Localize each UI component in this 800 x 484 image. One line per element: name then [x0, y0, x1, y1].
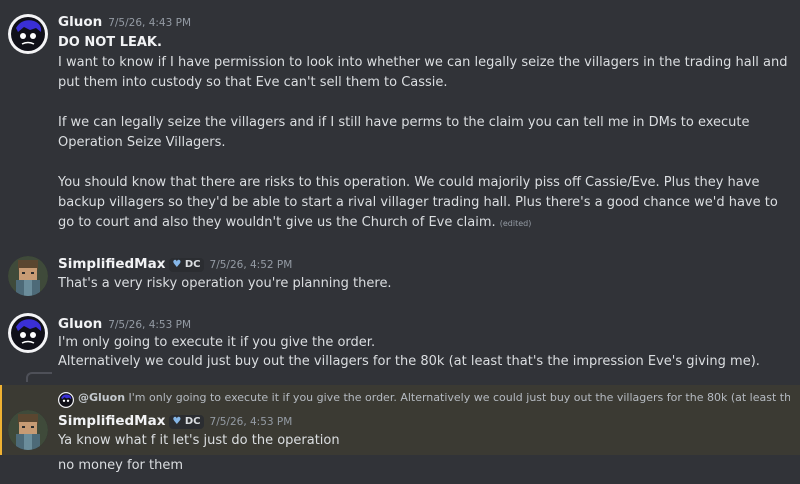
timestamp: 7/5/26, 4:53 PM [108, 319, 191, 331]
username[interactable]: SimplifiedMax [58, 413, 165, 429]
minecraft-avatar-icon[interactable] [8, 256, 48, 296]
message-paragraph: I want to know if I have permission to l… [58, 55, 792, 90]
message-header: SimplifiedMax ♥ DC 7/5/26, 4:53 PM [58, 413, 292, 429]
reply-preview-text: I'm only going to execute it if you give… [128, 391, 790, 404]
timestamp: 7/5/26, 4:43 PM [108, 17, 191, 29]
heart-icon: ♥ [172, 416, 182, 427]
badge-label: DC [184, 259, 201, 270]
gluon-avatar-icon[interactable] [8, 14, 48, 54]
message-line: Alternatively we could just buy out the … [58, 354, 760, 369]
edited-label: (edited) [499, 219, 532, 228]
gluon-avatar-icon[interactable] [8, 313, 48, 353]
badge-label: DC [184, 416, 201, 427]
timestamp: 7/5/26, 4:52 PM [209, 259, 293, 271]
role-badge[interactable]: ♥ DC [169, 415, 204, 429]
message-header: Gluon 7/5/26, 4:53 PM [58, 316, 191, 332]
heart-icon: ♥ [172, 259, 182, 270]
message-paragraph: If we can legally seize the villagers an… [58, 115, 754, 150]
message-text: That's a very risky operation you're pla… [58, 276, 392, 291]
reply-preview[interactable]: @Gluon I'm only going to execute it if y… [78, 391, 790, 404]
message-text: Ya know what f it let's just do the oper… [58, 433, 340, 448]
message-header: SimplifiedMax ♥ DC 7/5/26, 4:52 PM [58, 256, 292, 272]
message-header: Gluon 7/5/26, 4:43 PM [58, 14, 191, 30]
message-paragraph: You should know that there are risks to … [58, 173, 788, 234]
reply-connector [26, 372, 52, 382]
paragraph-text: You should know that there are risks to … [58, 175, 782, 230]
message-followup: no money for them [58, 458, 184, 473]
message-line: I'm only going to execute it if you give… [58, 335, 376, 350]
role-badge[interactable]: ♥ DC [169, 258, 204, 272]
minecraft-avatar-icon[interactable] [8, 410, 48, 450]
gluon-avatar-icon[interactable] [58, 392, 74, 408]
reply-mention[interactable]: @Gluon [78, 391, 125, 404]
username[interactable]: Gluon [58, 316, 102, 332]
timestamp: 7/5/26, 4:53 PM [209, 416, 293, 428]
username[interactable]: SimplifiedMax [58, 256, 165, 272]
username[interactable]: Gluon [58, 14, 102, 30]
message-text-bold: DO NOT LEAK. [58, 35, 162, 50]
